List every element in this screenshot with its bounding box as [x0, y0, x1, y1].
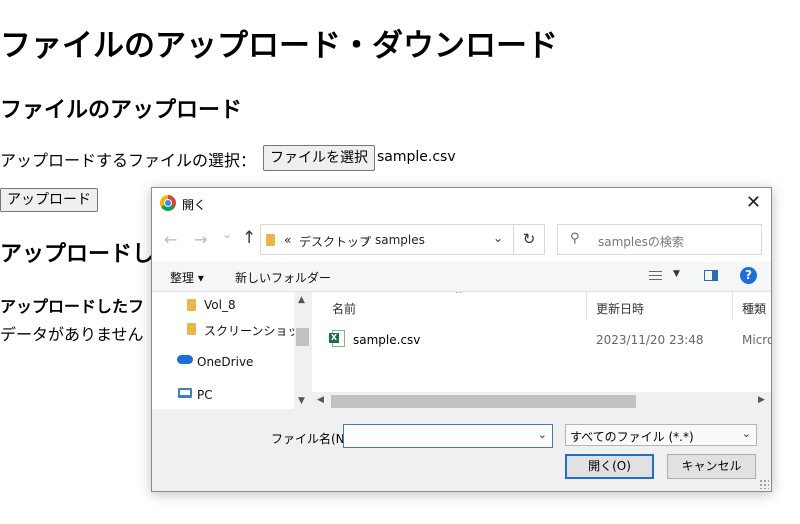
- breadcrumb-desktop[interactable]: デスクトップ: [299, 233, 371, 250]
- tree-item-onedrive[interactable]: OneDrive: [197, 355, 253, 369]
- organize-button[interactable]: 整理 ▾: [170, 269, 204, 286]
- chevron-down-icon[interactable]: ⌄: [493, 231, 503, 245]
- chosen-file-name: sample.csv: [377, 149, 456, 165]
- navigation-pane: Vol_8 スクリーンショット OneDrive PC: [152, 292, 311, 409]
- uploaded-files-subheading: アップロードしたフ: [0, 297, 145, 316]
- tree-item-pc[interactable]: PC: [197, 388, 213, 402]
- forward-arrow-icon[interactable]: →: [194, 230, 207, 249]
- view-dropdown-icon[interactable]: ▼: [673, 269, 680, 279]
- address-bar[interactable]: « デスクトップ › samples ⌄: [260, 224, 514, 255]
- recent-locations-icon[interactable]: ⌄: [222, 227, 232, 241]
- breadcrumb-prefix[interactable]: «: [284, 233, 291, 247]
- open-file-dialog: 開く ✕ ← → ⌄ ↑ « デスクトップ › samples ⌄ ↻ ⚲ sa…: [151, 187, 772, 492]
- excel-file-icon: [329, 330, 345, 347]
- navigation-scrollbar[interactable]: [294, 292, 311, 409]
- breadcrumb-separator: ›: [364, 233, 369, 247]
- column-header-type[interactable]: 種類: [742, 300, 766, 317]
- close-icon[interactable]: ✕: [746, 192, 761, 213]
- scroll-right-icon[interactable]: ▶: [758, 395, 765, 405]
- back-arrow-icon[interactable]: ←: [164, 230, 177, 249]
- uploaded-files-heading: アップロードし: [0, 242, 155, 267]
- folder-icon: [187, 323, 196, 335]
- page-title: ファイルのアップロード・ダウンロード: [0, 28, 558, 64]
- onedrive-icon: [177, 355, 193, 364]
- file-list-scroll-thumb[interactable]: [331, 395, 636, 408]
- choose-file-button[interactable]: ファイルを選択: [263, 145, 375, 171]
- chevron-down-icon[interactable]: ⌄: [742, 427, 751, 440]
- search-placeholder: samplesの検索: [598, 235, 684, 249]
- sort-ascending-icon: ^: [455, 292, 463, 300]
- preview-pane-icon[interactable]: [704, 270, 718, 281]
- navigation-bar: ← → ⌄ ↑ « デスクトップ › samples ⌄ ↻ ⚲ samples…: [152, 218, 771, 262]
- column-header-modified[interactable]: 更新日時: [596, 300, 644, 317]
- pc-icon: [178, 388, 192, 398]
- scroll-left-icon[interactable]: ◀: [317, 395, 324, 405]
- navigation-scroll-thumb[interactable]: [296, 328, 309, 346]
- view-options-icon[interactable]: [649, 271, 662, 282]
- help-icon[interactable]: ?: [740, 267, 757, 284]
- column-divider[interactable]: [732, 292, 733, 320]
- file-modified: 2023/11/20 23:48: [596, 333, 704, 347]
- filename-input[interactable]: ⌄: [343, 424, 553, 448]
- breadcrumb-samples[interactable]: samples: [375, 233, 425, 247]
- file-type-select[interactable]: すべてのファイル (*.*) ⌄: [565, 424, 757, 446]
- file-type: Micro: [742, 333, 771, 347]
- upload-heading: ファイルのアップロード: [0, 98, 243, 123]
- scroll-down-icon[interactable]: ▼: [298, 396, 305, 406]
- chrome-icon: [160, 195, 176, 211]
- folder-icon: [187, 299, 196, 311]
- filename-label: ファイル名(N):: [271, 432, 354, 446]
- search-input[interactable]: ⚲ samplesの検索: [557, 224, 762, 255]
- column-header-name[interactable]: 名前: [332, 300, 356, 317]
- scroll-up-icon[interactable]: ▲: [298, 295, 305, 305]
- dialog-title: 開く: [182, 198, 207, 212]
- chevron-down-icon[interactable]: ⌄: [538, 428, 547, 441]
- tree-item-vol8[interactable]: Vol_8: [204, 298, 236, 312]
- refresh-icon[interactable]: ↻: [513, 224, 545, 255]
- cancel-button[interactable]: キャンセル: [667, 454, 756, 479]
- dialog-titlebar: 開く ✕: [152, 188, 771, 218]
- select-file-label: アップロードするファイルの選択：: [0, 151, 257, 170]
- column-divider[interactable]: [586, 292, 587, 320]
- new-folder-button[interactable]: 新しいフォルダー: [235, 269, 331, 286]
- resize-grip-icon[interactable]: [759, 479, 769, 489]
- search-icon: ⚲: [570, 231, 580, 246]
- open-button[interactable]: 開く(O): [565, 454, 654, 479]
- file-type-value: すべてのファイル (*.*): [570, 430, 694, 444]
- no-data-message: データがありません: [0, 325, 144, 344]
- command-toolbar: 整理 ▾ 新しいフォルダー ▼ ?: [152, 262, 771, 292]
- file-list-scrollbar[interactable]: ◀ ▶: [312, 392, 771, 409]
- upload-button[interactable]: アップロード: [0, 188, 98, 212]
- folder-icon: [266, 234, 275, 246]
- up-arrow-icon[interactable]: ↑: [242, 228, 256, 248]
- file-name[interactable]: sample.csv: [353, 333, 420, 347]
